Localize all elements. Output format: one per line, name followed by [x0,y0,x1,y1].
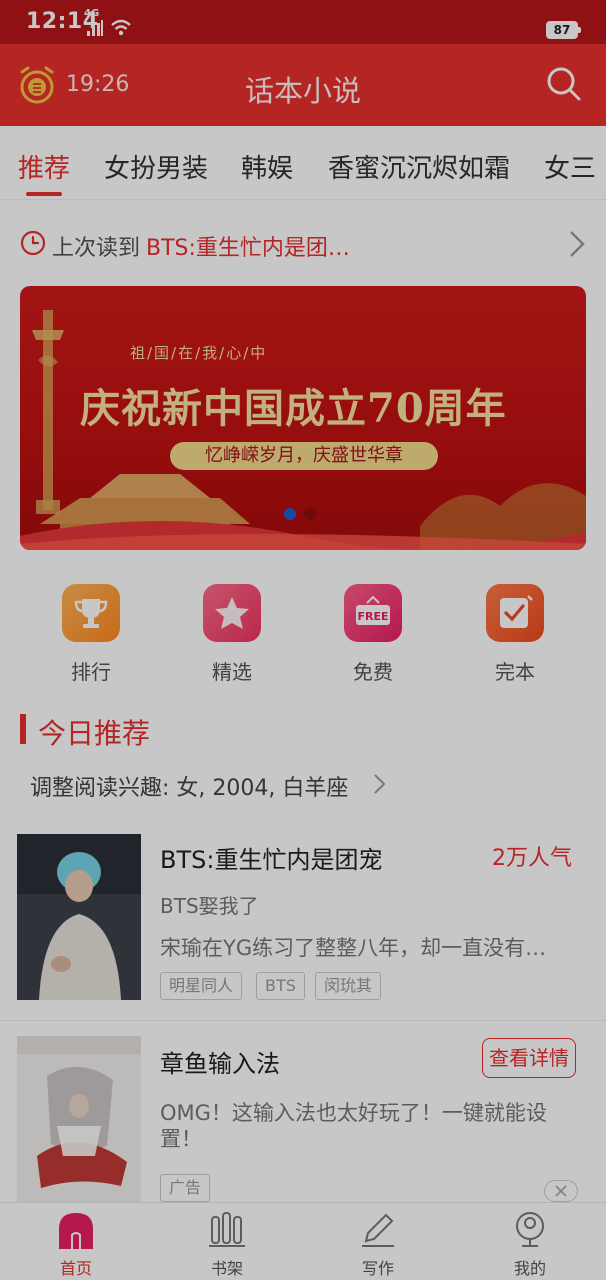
quick-entry-label: 完本 [495,660,535,684]
banner-top-text: 祖/国/在/我/心/中 [130,344,268,362]
ad-cover [17,1036,141,1202]
carousel-dot-active[interactable] [284,508,296,520]
tab-ashes-of-love[interactable]: 香蜜沉沉烬如霜 [328,148,510,185]
quick-entry-label: 排行 [71,660,111,684]
quick-entry-label: 免费 [353,660,393,684]
quick-entry-free[interactable]: FREE 免费 [303,584,443,684]
bookshelf-icon [209,1212,245,1247]
tab-recommend[interactable]: 推荐 [18,148,70,185]
nav-home[interactable]: 首页 [16,1203,136,1280]
trophy-icon [74,599,108,628]
bottom-navigation: 首页 书架 写作 我的 [0,1202,606,1280]
book-title: BTS:重生忙内是团宠 [160,846,383,874]
close-icon [555,1185,567,1197]
network-type: 4G [84,8,100,19]
book-tag: 明星同人 [160,972,243,1000]
tab-korean-ent[interactable]: 韩娱 [241,148,293,185]
tab-cross-dressing[interactable]: 女扮男装 [104,148,208,185]
ad-tag: 广告 [160,1174,211,1202]
section-accent-bar [20,714,26,744]
last-read-bar[interactable]: 上次读到 BTS:重生忙内是团… [0,218,606,270]
nav-profile[interactable]: 我的 [470,1203,590,1280]
signal-icon [87,20,103,36]
last-read-label: 上次读到 [52,236,141,261]
section-title: 今日推荐 [38,717,151,750]
promo-banner[interactable]: 祖/国/在/我/心/中 庆祝新中国成立70周年 忆峥嵘岁月，庆盛世华章 [20,286,586,550]
banner-headline: 庆祝新中国成立70周年 [80,385,507,432]
wifi-icon [111,19,131,36]
nav-bookshelf[interactable]: 书架 [167,1203,287,1280]
nav-label: 我的 [513,1259,546,1278]
nav-label: 首页 [59,1259,92,1278]
quick-entry-label: 精选 [212,660,252,684]
free-sign-icon: FREE [356,595,390,625]
ad-close-button[interactable] [544,1180,578,1202]
book-description: 宋瑜在YG练习了整整八年，却一直没有… [160,936,547,960]
last-read-title: BTS:重生忙内是团… [146,236,350,261]
book-popularity: 2万人气 [492,846,572,871]
tab-indicator [26,192,62,196]
quick-entry-ranking[interactable]: 排行 [21,584,161,684]
book-subtitle: BTS娶我了 [160,894,259,918]
chevron-right-icon [570,231,585,257]
quick-entry-completed[interactable]: 完本 [445,584,585,684]
tiananmen-great-wall-image [20,474,586,550]
chevron-right-icon [374,774,386,794]
quick-entry-picks[interactable]: 精选 [162,584,302,684]
nav-label: 书架 [210,1259,243,1278]
nav-label: 写作 [361,1259,394,1278]
view-details-button[interactable]: 查看详情 [482,1038,576,1078]
book-tag: BTS [256,972,305,1000]
pen-icon [362,1213,394,1247]
category-tabs: 推荐 女扮男装 韩娱 香蜜沉沉烬如霜 女三 [0,126,606,200]
list-divider [0,1020,606,1021]
book-tag: 闵玧其 [315,972,382,1000]
tab-third[interactable]: 女三 [544,148,596,185]
ad-description: OMG！这输入法也太好玩了！一键就能设置！ [160,1101,547,1151]
list-item[interactable]: BTS:重生忙内是团宠 2万人气 BTS娶我了 宋瑜在YG练习了整整八年，却一直… [0,834,606,1020]
nav-write[interactable]: 写作 [318,1203,438,1280]
ad-title: 章鱼输入法 [160,1050,280,1078]
book-cover [17,834,141,1000]
app-header: 19:26 话本小说 [0,44,606,126]
page-title: 话本小说 [244,74,361,108]
search-icon[interactable] [546,66,582,102]
status-bar: 12:14 4G 87 [0,0,606,44]
battery-indicator: 87 [546,21,581,39]
check-note-icon [500,595,533,628]
free-badge-text: FREE [357,610,388,623]
star-icon [215,597,249,629]
clock-icon [20,230,46,256]
carousel-dot[interactable] [304,508,316,520]
adjust-interest-link[interactable]: 调整阅读兴趣: 女, 2004, 白羊座 [30,770,348,802]
profile-icon [516,1212,544,1247]
home-icon [59,1213,93,1249]
ad-item[interactable]: 章鱼输入法 查看详情 OMG！这输入法也太好玩了！一键就能设置！ 广告 [0,1036,606,1202]
